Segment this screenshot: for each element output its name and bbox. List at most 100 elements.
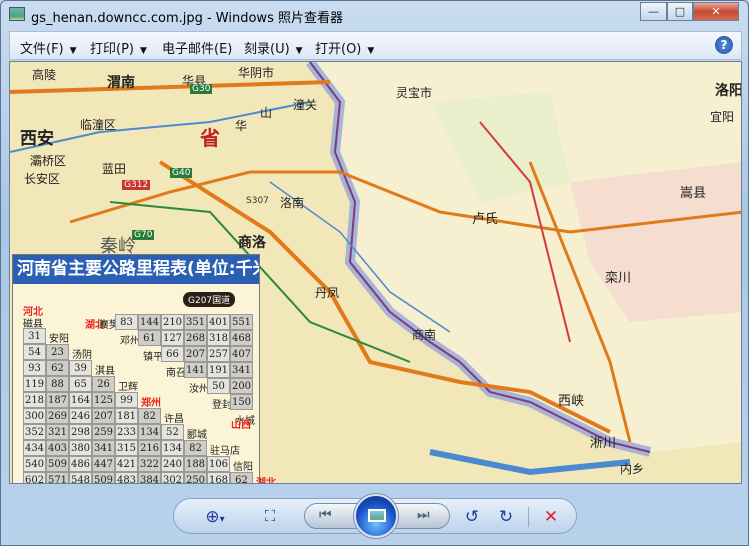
mileage-cell: 384 xyxy=(138,472,161,483)
mileage-cell: 168 xyxy=(207,472,230,483)
place-label: 蓝田 xyxy=(102,162,127,176)
place-label: 潼关 xyxy=(293,98,318,112)
mileage-cell: 602 xyxy=(23,472,46,483)
mileage-cell: 352 xyxy=(23,424,46,440)
city-label: 南召 xyxy=(166,368,186,379)
city-label: 汝州 xyxy=(189,384,209,395)
place-label: 西峡 xyxy=(558,394,585,409)
mileage-cell: 318 xyxy=(207,330,230,346)
mileage-cell: 322 xyxy=(138,456,161,472)
road-label: G40 xyxy=(170,168,193,178)
g207-badge: G207国道 xyxy=(183,292,236,307)
chevron-down-icon: ▼ xyxy=(295,46,303,56)
menu-burn[interactable]: 刻录(U) ▼ xyxy=(244,38,303,57)
mileage-cell: 421 xyxy=(115,456,138,472)
mileage-cell: 83 xyxy=(115,314,138,330)
table-title: 河南省主要公路里程表(单位:千米) xyxy=(13,255,259,284)
mileage-cell: 144 xyxy=(138,314,161,330)
city-label: 信阳 xyxy=(233,462,253,473)
chevron-down-icon: ▼ xyxy=(367,46,375,56)
menu-file[interactable]: 文件(F) ▼ xyxy=(20,38,77,57)
place-label: 华 xyxy=(235,119,248,133)
place-label: 山 xyxy=(260,106,273,120)
city-label: 许昌 xyxy=(164,414,184,425)
fit-window-button[interactable]: ⛶ xyxy=(258,507,282,525)
help-icon[interactable]: ? xyxy=(715,36,733,54)
city-label: 郾城 xyxy=(187,430,207,441)
mileage-cell: 207 xyxy=(184,346,207,362)
mileage-cell: 52 xyxy=(161,424,184,440)
mileage-cell: 447 xyxy=(92,456,115,472)
mileage-cell: 62 xyxy=(46,360,69,376)
mileage-cell: 486 xyxy=(69,456,92,472)
maximize-button[interactable]: □ xyxy=(667,2,693,21)
place-label: 卢氏 xyxy=(472,212,499,227)
map-image[interactable]: 高陵 渭南 华县 华阴市 西安 临潼区 灞桥区 长安区 蓝田 潼关 洛南 商洛 … xyxy=(9,61,742,484)
chevron-down-icon: ▼ xyxy=(69,46,77,56)
mileage-cell: 321 xyxy=(46,424,69,440)
place-label: 商洛 xyxy=(238,235,266,251)
menu-label: 文件(F) xyxy=(20,42,64,57)
menu-email[interactable]: 电子邮件(E) xyxy=(162,38,232,57)
slideshow-button[interactable] xyxy=(354,494,398,538)
previous-button[interactable]: ⏮ xyxy=(319,507,332,523)
city-label: 登封 xyxy=(212,400,232,411)
mileage-cell: 125 xyxy=(92,392,115,408)
menu-label: 打印(P) xyxy=(90,42,134,57)
place-label: 西安 xyxy=(20,129,54,149)
mileage-cell: 298 xyxy=(69,424,92,440)
mileage-cell: 380 xyxy=(69,440,92,456)
place-label: 省 xyxy=(200,126,220,150)
place-label: 淅川 xyxy=(590,436,617,451)
picture-icon xyxy=(368,509,386,522)
mileage-cell: 351 xyxy=(184,314,207,330)
mileage-cell: 127 xyxy=(161,330,184,346)
mileage-cell: 99 xyxy=(115,392,138,408)
rotate-clockwise-button[interactable]: ↻ xyxy=(494,507,518,527)
mileage-cell: 210 xyxy=(161,314,184,330)
divider xyxy=(528,507,529,527)
zoom-button[interactable]: ⊕▾ xyxy=(198,507,232,527)
place-label: 高陵 xyxy=(32,68,57,82)
mileage-table: 河南省主要公路里程表(单位:千米) G207国道 河北 磁县 31 安阳 54 23 汤阴 9… xyxy=(12,254,276,483)
mileage-cell: 300 xyxy=(23,408,46,424)
delete-button[interactable]: ✕ xyxy=(539,507,563,527)
mileage-cell: 571 xyxy=(46,472,69,483)
mileage-cell: 341 xyxy=(92,440,115,456)
place-label: 临潼区 xyxy=(80,118,117,132)
mileage-cell: 259 xyxy=(92,424,115,440)
rotate-counterclockwise-button[interactable]: ↺ xyxy=(460,507,484,527)
city-label: 郑州 xyxy=(141,398,161,409)
road-label: S307 xyxy=(246,196,269,206)
mileage-cell: 39 xyxy=(69,360,92,376)
mileage-cell: 551 xyxy=(230,314,253,330)
road-label: G70 xyxy=(132,230,155,240)
city-label: 安阳 xyxy=(49,334,69,345)
place-label: 嵩县 xyxy=(680,186,707,201)
mileage-cell: 188 xyxy=(184,456,207,472)
next-button[interactable]: ⏭ xyxy=(417,507,430,523)
menu-open[interactable]: 打开(O) ▼ xyxy=(315,38,374,57)
mileage-cell: 82 xyxy=(138,408,161,424)
mileage-cell: 207 xyxy=(92,408,115,424)
mileage-cell: 93 xyxy=(23,360,46,376)
city-label: 卫辉 xyxy=(118,382,138,393)
mileage-cell: 540 xyxy=(23,456,46,472)
menu-print[interactable]: 打印(P) ▼ xyxy=(90,38,147,57)
mileage-cell: 150 xyxy=(230,394,253,410)
mileage-cell: 218 xyxy=(23,392,46,408)
mileage-cell: 509 xyxy=(92,472,115,483)
mileage-cell: 434 xyxy=(23,440,46,456)
place-label: 华阴市 xyxy=(238,66,275,80)
close-button[interactable]: ✕ xyxy=(693,2,739,21)
place-label: 长安区 xyxy=(24,172,61,186)
minimize-button[interactable]: — xyxy=(640,2,667,21)
menu-bar: 文件(F) ▼ 打印(P) ▼ 电子邮件(E) 刻录(U) ▼ 打开(O) ▼ ? xyxy=(9,31,742,60)
place-label: 栾川 xyxy=(605,271,632,286)
mileage-cell: 200 xyxy=(230,378,253,394)
city-label: 邓州 xyxy=(120,336,140,347)
place-label: 渭南 xyxy=(107,75,135,91)
menu-label: 电子邮件(E) xyxy=(162,42,233,57)
mileage-cell: 134 xyxy=(161,440,184,456)
place-label: 灞桥区 xyxy=(30,154,67,168)
